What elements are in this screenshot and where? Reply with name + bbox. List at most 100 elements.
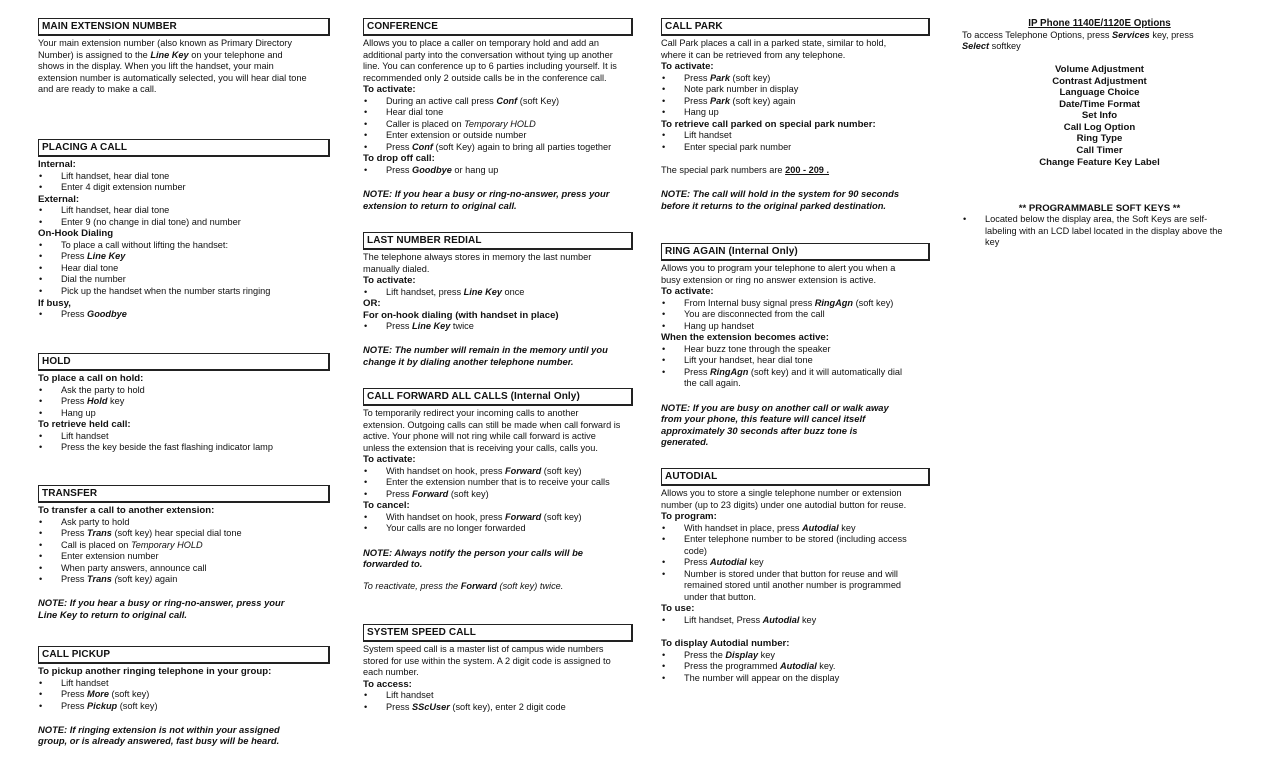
subheading: To retrieve held call:	[38, 419, 330, 431]
text-segment: busy extension or ring no answer extensi…	[661, 274, 877, 285]
list-item: • Lift handset	[38, 431, 330, 443]
bullet-icon: •	[963, 214, 967, 225]
list-item: • To place a call without lifting the han…	[38, 240, 330, 252]
text-segment: key.	[816, 661, 836, 672]
text-segment: extension to return to original call.	[363, 199, 517, 211]
bullet-icon: •	[39, 430, 43, 441]
text-segment: To use:	[661, 603, 695, 615]
subheading: On-Hook Dialing	[38, 228, 330, 240]
bullet-icon: •	[364, 488, 368, 499]
list-item: • Press Trans (soft key) again	[38, 574, 330, 586]
bullet-icon: •	[39, 286, 43, 297]
list-item: • Press the key beside the fast flashing …	[38, 442, 330, 454]
text-segment: Press	[61, 574, 88, 585]
text-segment: Press	[386, 488, 413, 499]
bullet-icon: •	[662, 141, 666, 152]
list-item: • Hear dial tone	[38, 263, 330, 275]
text-segment: Press the	[684, 649, 726, 660]
bullet-icon: •	[39, 205, 43, 216]
bullet-icon: •	[39, 407, 43, 418]
section-last-number-redial: LAST NUMBER REDIAL The telephone always s…	[363, 232, 633, 367]
text-segment: Number) is assigned to the	[38, 49, 151, 60]
section-conference: CONFERENCE Allows you to place a caller o…	[363, 18, 633, 211]
option-item: Contrast Adjustment	[962, 76, 1237, 88]
text-segment: (soft key) again	[729, 95, 796, 106]
section-call-park: CALL PARK Call Park places a call in a pa…	[661, 18, 930, 211]
key-name: Line Key	[87, 251, 126, 262]
list-item: • Enter extension number	[38, 551, 330, 563]
text-segment: Change Feature Key Label	[1039, 156, 1160, 168]
key-name: Forward	[505, 465, 542, 476]
list-item: • Enter special park number	[661, 142, 930, 154]
text-segment: Press	[61, 396, 88, 407]
text-segment: Press	[61, 251, 88, 262]
subheading: External:	[38, 194, 330, 206]
text-segment: (soft key) and it will automatically dia…	[748, 366, 903, 377]
option-item: ** PROGRAMMABLE SOFT KEYS **	[962, 203, 1237, 215]
text-segment: line. You can conference up to 6 parties…	[363, 61, 617, 72]
paragraph-line: and are ready to make a call.	[38, 84, 330, 96]
bullet-icon: •	[662, 320, 666, 331]
text-segment: where it can be retrieved from any telep…	[661, 49, 846, 60]
bullet-icon: •	[39, 216, 43, 227]
text-segment: The special park numbers are	[661, 165, 786, 176]
note-line: NOTE: If you hear a busy or ring-no-answ…	[38, 597, 330, 609]
subheading: To access:	[363, 679, 633, 691]
key-name: Select	[962, 41, 990, 52]
list-item: • Lift handset	[661, 130, 930, 142]
paragraph-line: Call Park places a call in a parked stat…	[661, 38, 930, 50]
section-header: SYSTEM SPEED CALL	[363, 624, 633, 642]
section-system-speed-call: SYSTEM SPEED CALL System speed call is a …	[363, 624, 633, 713]
paragraph-line: busy extension or ring no answer extensi…	[661, 275, 930, 287]
key-name: SScUser	[412, 701, 450, 712]
text-segment: IP Phone 1140E/1120E Options	[1028, 18, 1171, 29]
subheading: To place a call on hold:	[38, 373, 330, 385]
bullet-icon: •	[662, 72, 666, 83]
text-segment: Temporary HOLD	[130, 539, 203, 550]
bullet-icon: •	[39, 677, 43, 688]
key-name: Services	[1111, 29, 1150, 40]
text-segment: (soft key)	[729, 72, 771, 83]
text-segment: (soft key)	[448, 488, 489, 499]
subheading: When the extension becomes active:	[661, 332, 930, 344]
note-line: NOTE: The call will hold in the system f…	[661, 188, 930, 200]
text-segment: Lift handset, Press	[684, 615, 763, 626]
text-segment: Press	[684, 95, 711, 106]
text-segment: (soft key)	[117, 700, 158, 711]
key-name: Forward	[412, 488, 449, 499]
text-segment: key	[838, 522, 856, 533]
text-segment: and are ready to make a call.	[38, 84, 157, 95]
text-segment: NOTE: If you hear a busy or ring-no-answ…	[38, 597, 285, 609]
text-segment: Dial the number	[61, 274, 126, 285]
key-name: Autodial	[801, 522, 839, 533]
text-segment: Call Log Option	[1063, 121, 1136, 133]
section-header: TRANSFER	[38, 485, 330, 503]
text-segment: Press	[386, 701, 413, 712]
text-segment: (soft key) hear special dial tone	[111, 528, 242, 539]
section-placing-a-call: PLACING A CALL Internal: • Lift handset, he…	[38, 139, 330, 321]
bullet-icon: •	[39, 700, 43, 711]
paragraph-line: Your main extension number (also known a…	[38, 38, 330, 50]
bullet-icon: •	[39, 562, 43, 573]
list-item: • You are disconnected from the call	[661, 309, 930, 321]
key-name: Conf	[496, 95, 518, 106]
list-item: • Note park number in display	[661, 84, 930, 96]
text-segment: Enter special park number	[684, 141, 792, 152]
text-segment: Your main extension number (also known a…	[38, 38, 292, 48]
bullet-icon: •	[364, 465, 368, 476]
subheading: To activate:	[661, 61, 930, 73]
list-item: • Enter the extension number that is to r…	[363, 477, 633, 489]
list-item: • Enter 4 digit extension number	[38, 182, 330, 194]
bullet-icon: •	[364, 523, 368, 534]
text-segment: Enter extension number	[61, 551, 159, 562]
paragraph-line: line. You can conference up to 6 parties…	[363, 61, 633, 73]
text-segment: 200 - 209 .	[785, 165, 830, 176]
subheading: To pickup another ringing telephone in y…	[38, 666, 330, 678]
subheading: If busy,	[38, 298, 330, 310]
key-name: Line Key	[412, 321, 451, 332]
text-segment: To reactivate, press the	[363, 581, 461, 592]
